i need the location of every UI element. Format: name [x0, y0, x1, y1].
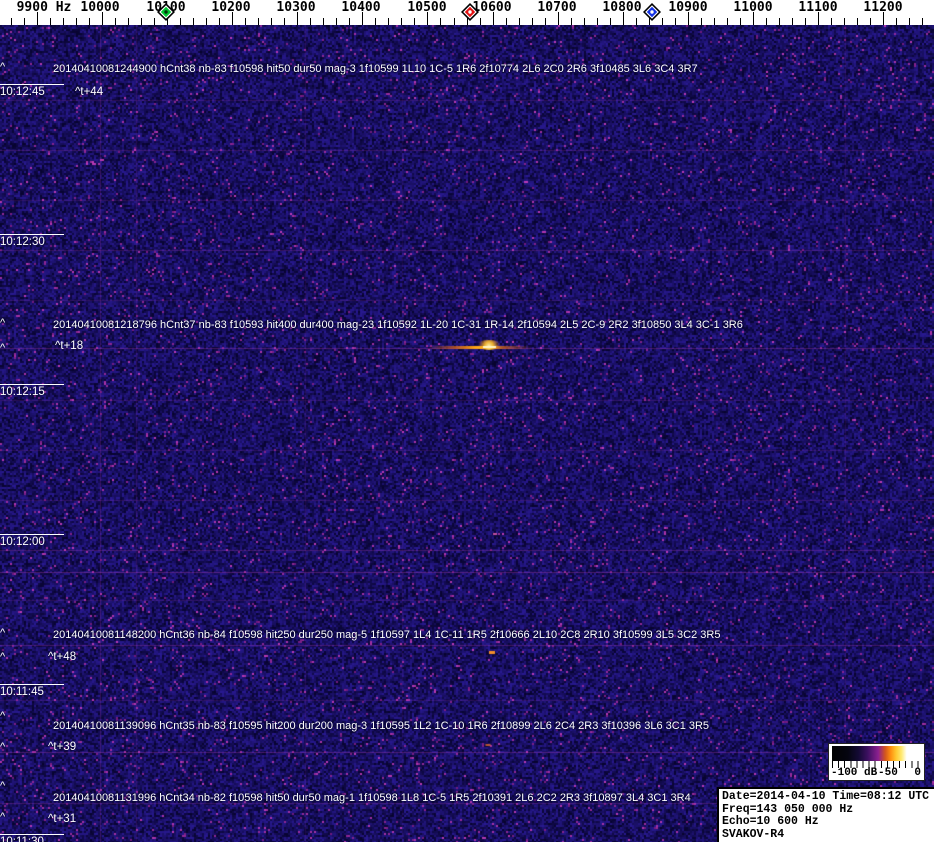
minor-tick — [545, 18, 546, 25]
minor-tick — [401, 18, 402, 25]
minor-tick — [284, 18, 285, 25]
minor-tick — [89, 18, 90, 25]
minor-tick — [180, 18, 181, 25]
minor-tick — [63, 18, 64, 25]
frequency-ruler[interactable]: 9900 Hz100001010010200103001040010500106… — [0, 0, 934, 25]
minor-tick — [597, 18, 598, 25]
minor-tick — [24, 18, 25, 25]
minor-tick — [245, 18, 246, 25]
minor-tick — [480, 18, 481, 25]
freq-label: 10200 — [211, 0, 251, 15]
minor-tick — [519, 18, 520, 25]
minor-tick — [440, 18, 441, 25]
color-scale-gradient — [832, 746, 921, 761]
minor-tick — [571, 18, 572, 25]
minor-tick — [271, 18, 272, 25]
marker-red-diamond-icon — [460, 2, 480, 27]
minor-tick — [115, 18, 116, 25]
minor-tick — [154, 18, 155, 25]
minor-tick — [675, 18, 676, 25]
minor-tick — [454, 18, 455, 25]
minor-tick — [193, 18, 194, 25]
info-station-id: SVAKOV-R4 — [722, 827, 785, 841]
freq-label: 9900 Hz — [16, 0, 72, 15]
minor-tick — [310, 18, 311, 25]
minor-tick — [11, 18, 12, 25]
freq-label: 10900 — [668, 0, 708, 15]
minor-tick — [388, 18, 389, 25]
spectrogram-canvas[interactable] — [0, 25, 934, 842]
minor-tick — [727, 18, 728, 25]
minor-tick — [336, 18, 337, 25]
minor-tick — [662, 18, 663, 25]
minor-tick — [375, 18, 376, 25]
marker-green-diamond-icon — [156, 2, 176, 27]
color-scale-labels: -100 dB -50 0 — [829, 767, 924, 780]
minor-tick — [584, 18, 585, 25]
minor-tick — [831, 18, 832, 25]
info-date-time: Date=2014-04-10 Time=08:12 UTC — [722, 790, 930, 803]
minor-tick — [50, 18, 51, 25]
color-scale-legend: -100 dB -50 0 — [828, 743, 925, 781]
minor-tick — [792, 18, 793, 25]
scale-label-max: 0 — [914, 767, 921, 779]
minor-tick — [766, 18, 767, 25]
minor-tick — [610, 18, 611, 25]
minor-tick — [506, 18, 507, 25]
minor-tick — [219, 18, 220, 25]
freq-label: 11000 — [733, 0, 773, 15]
minor-tick — [323, 18, 324, 25]
scale-label-min: -100 dB — [831, 767, 878, 779]
minor-tick — [896, 18, 897, 25]
minor-tick — [258, 18, 259, 25]
minor-tick — [779, 18, 780, 25]
minor-tick — [128, 18, 129, 25]
freq-label: 10000 — [80, 0, 120, 15]
minor-tick — [701, 18, 702, 25]
minor-tick — [805, 18, 806, 25]
minor-tick — [740, 18, 741, 25]
marker-blue-diamond-icon — [642, 2, 662, 27]
minor-tick — [414, 18, 415, 25]
freq-label: 11200 — [863, 0, 903, 15]
freq-label: 10400 — [341, 0, 381, 15]
minor-tick — [844, 18, 845, 25]
info-echo: Echo=10 600 Hz — [722, 815, 819, 828]
scale-label-mid: -50 — [878, 767, 898, 779]
freq-label: 10300 — [276, 0, 316, 15]
meteor-spectrogram-screen: 9900 Hz100001010010200103001040010500106… — [0, 0, 934, 842]
minor-tick — [141, 18, 142, 25]
minor-tick — [870, 18, 871, 25]
minor-tick — [76, 18, 77, 25]
minor-tick — [714, 18, 715, 25]
minor-tick — [909, 18, 910, 25]
minor-tick — [636, 18, 637, 25]
freq-label: 10800 — [602, 0, 642, 15]
freq-label: 11100 — [798, 0, 838, 15]
minor-tick — [532, 18, 533, 25]
freq-label: 10500 — [407, 0, 447, 15]
freq-label: 10700 — [537, 0, 577, 15]
minor-tick — [206, 18, 207, 25]
minor-tick — [922, 18, 923, 25]
station-info-box: Date=2014-04-10 Time=08:12 UTC Freq=143 … — [717, 787, 934, 842]
minor-tick — [349, 18, 350, 25]
minor-tick — [857, 18, 858, 25]
